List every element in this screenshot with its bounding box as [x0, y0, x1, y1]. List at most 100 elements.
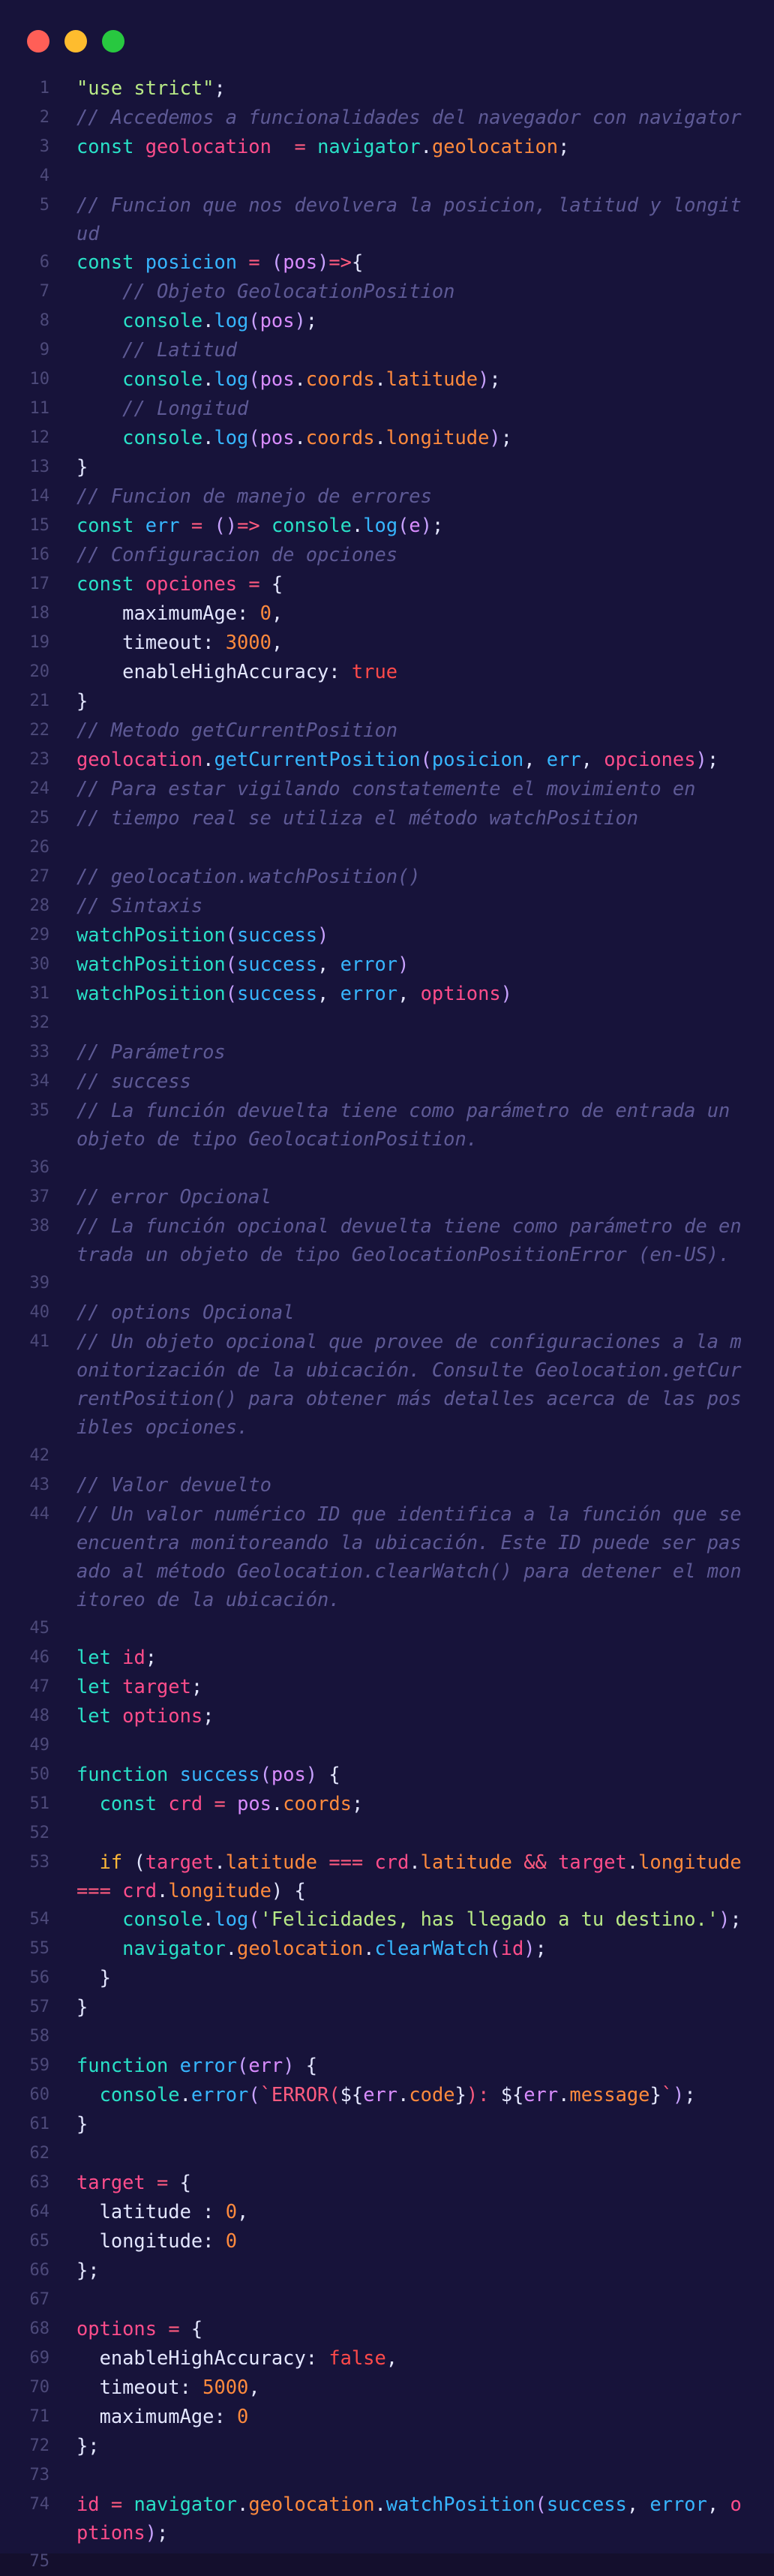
code-token: };: [76, 2259, 100, 2281]
code-line: 56 }: [0, 1963, 774, 1992]
code-token: (: [248, 1908, 260, 1930]
code-token: target: [122, 1675, 191, 1698]
line-number: 29: [29, 926, 50, 944]
code-text: // Latitud: [76, 335, 748, 364]
code-text: longitude: 0: [76, 2226, 748, 2255]
code-line: 34 // success: [0, 1067, 774, 1096]
line-number: 3: [39, 137, 50, 156]
code-token: log: [214, 368, 249, 390]
code-line: 24 // Para estar vigilando constatemente …: [0, 774, 774, 803]
code-token: if: [99, 1851, 123, 1873]
code-token: // Sintaxis: [76, 894, 203, 917]
code-text: // geolocation.watchPosition(): [76, 862, 748, 890]
code-line: 6 const posicion = (pos)=>{: [0, 248, 774, 277]
code-line: 73 ​: [0, 2460, 774, 2490]
code-token: (: [225, 923, 238, 946]
code-token: ;: [305, 309, 318, 332]
line-number: 2: [39, 108, 50, 127]
code-token: ;: [489, 368, 501, 390]
code-line: 35 // La función devuelta tiene como pará…: [0, 1096, 774, 1153]
code-token: code: [409, 2083, 455, 2106]
code-line: 26 ​: [0, 833, 774, 862]
code-token: `ERROR(: [260, 2083, 340, 2106]
code-token: // Latitud: [122, 338, 238, 361]
code-token: true: [351, 660, 398, 683]
code-token: (: [420, 748, 432, 770]
code-text: ​: [76, 1441, 748, 1470]
line-number: 32: [29, 1013, 50, 1032]
code-text: ​: [76, 1818, 748, 1847]
line-number: 13: [29, 458, 50, 476]
code-text: maximumAge: 0,: [76, 599, 748, 627]
code-token: (: [122, 1851, 146, 1873]
line-number: 31: [29, 984, 50, 1003]
code-token: // Metodo getCurrentPosition: [76, 719, 398, 741]
line-number: 16: [29, 545, 50, 564]
line-number: 47: [29, 1677, 50, 1696]
code-line: 8 console.log(pos);: [0, 306, 774, 335]
line-number: 75: [29, 2552, 50, 2571]
code-token: err: [546, 748, 581, 770]
code-token: watchPosition: [386, 2493, 536, 2515]
line-number: 65: [29, 2232, 50, 2250]
code-editor[interactable]: 1 "use strict"; 2 // Accedemos a funcionali…: [0, 74, 774, 2576]
code-token: ): [478, 368, 490, 390]
code-line: 32 ​: [0, 1008, 774, 1037]
code-token: const: [76, 251, 134, 273]
code-token: let: [76, 1646, 111, 1668]
code-line: 71 maximumAge: 0: [0, 2402, 774, 2431]
code-token: 3000: [225, 631, 272, 653]
code-token: log: [214, 426, 249, 449]
code-token: pos: [260, 309, 295, 332]
code-text: }: [76, 1963, 748, 1992]
maximize-window-button[interactable]: [102, 30, 124, 53]
line-number: 14: [29, 487, 50, 506]
code-text: };: [76, 2256, 748, 2284]
code-token: ) {: [271, 1879, 306, 1902]
code-token: ): [673, 2083, 685, 2106]
code-token: =: [248, 251, 260, 273]
code-token: ): [398, 953, 410, 975]
close-window-button[interactable]: [27, 30, 50, 53]
code-token: (: [248, 426, 260, 449]
minimize-window-button[interactable]: [64, 30, 87, 53]
code-token: pos: [271, 1763, 306, 1785]
code-line: 37 // error Opcional: [0, 1182, 774, 1211]
line-number: 37: [29, 1187, 50, 1206]
code-token: const: [99, 1792, 158, 1815]
code-token: 0: [260, 602, 272, 624]
code-token: crd: [122, 1879, 158, 1902]
code-token: 0: [237, 2405, 249, 2427]
code-line: 65 longitude: 0: [0, 2226, 774, 2256]
code-line: 2 // Accedemos a funcionalidades del nave…: [0, 103, 774, 132]
code-token: geolocation: [76, 748, 203, 770]
code-text: // options Opcional: [76, 1298, 748, 1326]
code-line: 60 console.error(`ERROR(${err.code}): ${…: [0, 2080, 774, 2109]
code-token: log: [214, 309, 249, 332]
code-token: // error Opcional: [76, 1185, 272, 1208]
code-token: opciones: [604, 748, 696, 770]
code-text: const opciones = {: [76, 569, 748, 598]
code-token: =: [190, 514, 203, 536]
code-line: 67 ​: [0, 2285, 774, 2314]
code-text: timeout: 3000,: [76, 628, 748, 656]
code-token: ;: [202, 1704, 214, 1727]
code-line: 33 // Parámetros: [0, 1037, 774, 1067]
code-token: (: [225, 982, 238, 1004]
code-token: crd: [168, 1792, 203, 1815]
code-token: watchPosition: [76, 982, 226, 1004]
code-token: ): [317, 923, 329, 946]
code-token: maximumAge:: [76, 2405, 238, 2427]
code-token: ;: [145, 1646, 158, 1668]
